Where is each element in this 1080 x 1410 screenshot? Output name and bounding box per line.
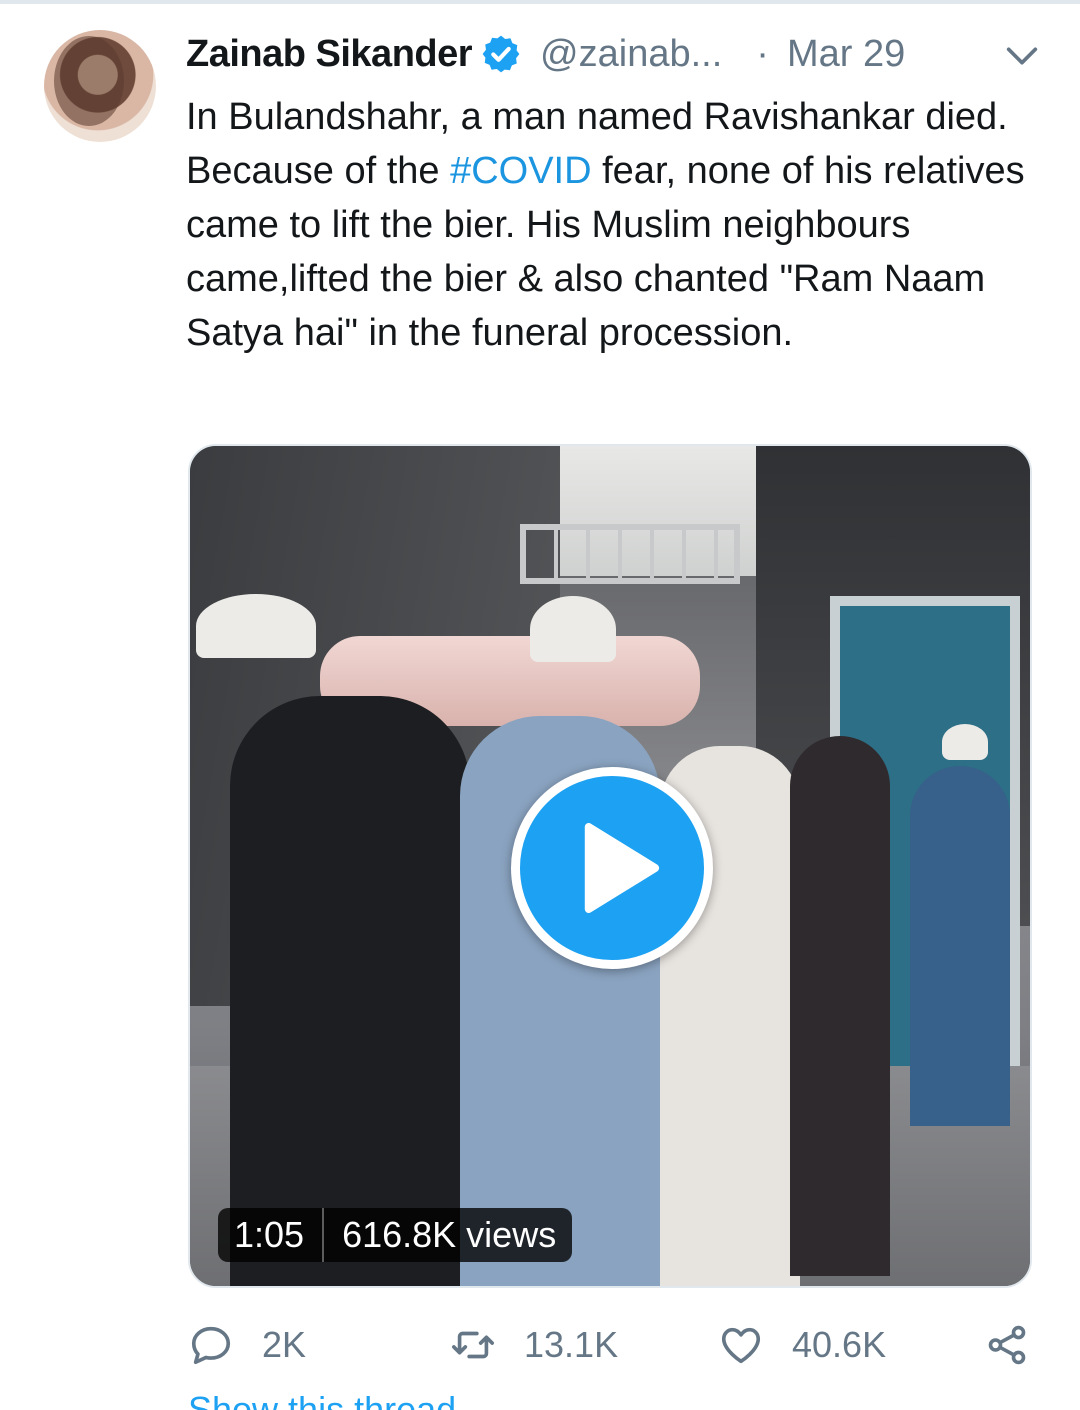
hashtag-link[interactable]: #COVID	[450, 150, 591, 192]
tweet-text: In Bulandshahr, a man named Ravishankar …	[186, 90, 1048, 360]
show-thread-link[interactable]: Show this thread	[188, 1396, 588, 1410]
avatar-photo	[54, 36, 124, 126]
author-name[interactable]: Zainab Sikander	[186, 33, 473, 76]
retweet-icon	[452, 1331, 494, 1359]
retweet-count: 13.1K	[524, 1324, 619, 1365]
video-meta-badge: 1:05 616.8K views	[218, 1208, 573, 1262]
action-bar: 2K 13.1K 40.6K	[188, 1310, 1048, 1380]
video-frame-gate	[520, 524, 740, 584]
video-frame-cap	[196, 594, 316, 658]
reply-icon	[191, 1326, 231, 1365]
show-thread-label: Show this thread	[188, 1396, 456, 1410]
chevron-down-icon[interactable]	[1002, 36, 1042, 76]
verified-badge-icon	[482, 35, 520, 73]
author-handle[interactable]: @zainab...	[540, 33, 722, 76]
retweet-button[interactable]: 13.1K	[450, 1310, 618, 1380]
reply-count: 2K	[262, 1324, 307, 1365]
video-frame-cap	[530, 596, 616, 662]
video-duration: 1:05	[234, 1214, 305, 1255]
top-divider	[0, 0, 1080, 4]
video-frame-person	[910, 766, 1010, 1126]
video-frame-person	[230, 696, 470, 1286]
video-views: 616.8K views	[342, 1214, 557, 1255]
video-frame-person	[790, 736, 890, 1276]
like-count: 40.6K	[792, 1324, 887, 1365]
avatar[interactable]	[44, 30, 156, 142]
share-icon	[988, 1325, 1026, 1365]
video-player[interactable]: 1:05 616.8K views	[188, 444, 1032, 1288]
reply-button[interactable]: 2K	[188, 1310, 306, 1380]
tweet-date[interactable]: Mar 29	[787, 33, 905, 76]
like-icon	[721, 1327, 761, 1364]
play-icon	[584, 823, 660, 913]
tweet-header: Zainab Sikander @zainab... · Mar 29	[186, 30, 1046, 78]
share-button[interactable]	[984, 1310, 1030, 1380]
play-button[interactable]	[511, 767, 713, 969]
meta-separator: ·	[756, 32, 769, 75]
like-button[interactable]: 40.6K	[718, 1310, 886, 1380]
video-frame-cap	[942, 724, 988, 760]
